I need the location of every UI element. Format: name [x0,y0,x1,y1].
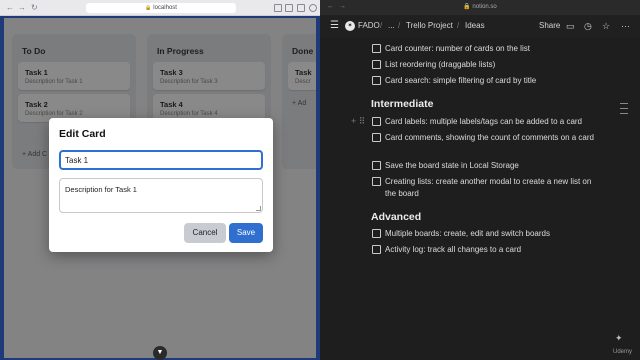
todo-text[interactable]: Activity log: track all changes to a car… [385,244,595,256]
todo-text[interactable]: Card search: simple filtering of card by… [385,75,595,87]
menu-icon[interactable]: ☰ [330,21,339,31]
edit-card-modal: Edit Card Task 1 Description for Task 1 … [49,118,273,252]
outline-minimap[interactable] [620,103,628,118]
star-icon[interactable]: ☆ [602,20,610,32]
clock-icon[interactable]: ◷ [584,20,592,32]
todo-text[interactable]: Multiple boards: create, edit and switch… [385,228,595,240]
share-button[interactable]: Share [539,20,560,32]
checkbox[interactable] [372,245,381,254]
left-browser-window: ← → ↻ 🔒localhost To Do Task 1 Descriptio… [0,0,320,360]
share-icon[interactable] [274,4,282,12]
checkbox[interactable] [372,177,381,186]
breadcrumb-parent[interactable]: Trello Project [406,20,453,32]
todo-text[interactable]: Save the board state in Local Storage [385,160,595,172]
checkbox[interactable] [372,229,381,238]
notion-topbar: ☰ ✶ FADO / ... / Trello Project / Ideas … [320,15,640,37]
heading-intermediate[interactable]: Intermediate [371,98,433,110]
sidebar-icon[interactable] [297,4,305,12]
forward-icon[interactable]: → [18,3,26,13]
breadcrumb-ellipsis[interactable]: ... [388,20,395,32]
address-bar-url: localhost [153,5,177,11]
cancel-button[interactable]: Cancel [184,223,226,243]
breadcrumb-workspace[interactable]: FADO [358,20,380,32]
todo-text[interactable]: Card counter: number of cards on the lis… [385,43,595,55]
sparkle-icon[interactable]: ✦ [615,333,623,344]
checkbox[interactable] [372,76,381,85]
block-handle-icon[interactable]: + ⠿ [351,116,365,127]
resize-handle-icon[interactable] [256,206,261,211]
modal-title: Edit Card [59,128,106,140]
lock-icon: 🔒 [145,5,152,11]
reload-icon[interactable]: ↻ [31,3,38,13]
forward-icon[interactable]: → [339,3,346,10]
chevron-down-icon[interactable]: ▼ [153,346,167,360]
profile-icon[interactable] [309,4,317,12]
notion-window: ← → 🔒 notion.so ☰ ✶ FADO / ... / Trello … [320,0,640,360]
back-icon[interactable]: ← [6,3,14,13]
extensions-icon[interactable] [285,4,293,12]
browser-toolbar: ← → 🔒 notion.so [320,0,640,15]
back-icon[interactable]: ← [327,3,334,10]
lock-icon: 🔒 [463,4,471,10]
breadcrumb-separator: / [398,21,401,30]
heading-advanced[interactable]: Advanced [371,211,421,223]
udemy-watermark: Udemy [613,349,633,355]
checkbox[interactable] [372,133,381,142]
address-bar[interactable]: 🔒 localhost [86,3,236,13]
workspace-icon: ✶ [345,21,355,31]
todo-text[interactable]: Card comments, showing the count of comm… [385,132,595,144]
card-description-textarea[interactable]: Description for Task 1 [59,178,263,213]
breadcrumb-current[interactable]: Ideas [465,20,485,32]
checkbox[interactable] [372,60,381,69]
card-description-value: Description for Task 1 [65,185,137,194]
checkbox[interactable] [372,117,381,126]
address-bar[interactable]: 🔒 notion.so [430,2,530,13]
checkbox[interactable] [372,161,381,170]
more-icon[interactable]: ··· [621,20,630,32]
breadcrumb-separator: / [380,21,383,30]
comment-icon[interactable]: ▭ [566,20,575,32]
address-bar-url: notion.so [472,4,497,10]
browser-toolbar: ← → ↻ 🔒 localhost [0,0,320,16]
save-button[interactable]: Save [229,223,263,243]
todo-text[interactable]: List reordering (draggable lists) [385,59,595,71]
kanban-app: To Do Task 1 Description for Task 1 Task… [4,18,316,358]
todo-text[interactable]: Creating lists: create another modal to … [385,176,595,200]
card-title-input[interactable]: Task 1 [59,150,263,170]
breadcrumb-separator: / [457,21,460,30]
todo-text[interactable]: Card labels: multiple labels/tags can be… [385,116,595,128]
checkbox[interactable] [372,44,381,53]
